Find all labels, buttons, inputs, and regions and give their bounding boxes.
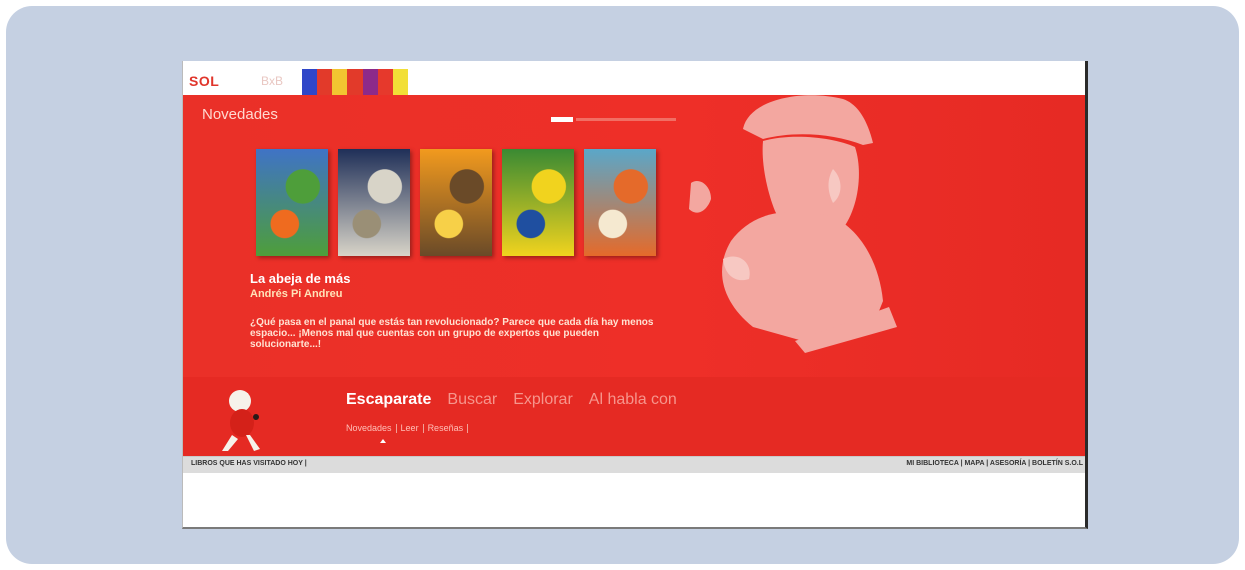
main-navigation: Escaparate Buscar Explorar Al habla con … bbox=[183, 377, 1085, 456]
status-bar: LIBROS QUE HAS VISITADO HOY | MI BIBLIOT… bbox=[183, 456, 1085, 473]
color-strip-block bbox=[347, 69, 363, 95]
book-cover-blue-flowers-icon[interactable] bbox=[256, 149, 328, 256]
subnav-novedades[interactable]: Novedades bbox=[346, 423, 392, 433]
divider bbox=[422, 423, 424, 433]
book-author[interactable]: Andrés Pi Andreu bbox=[250, 288, 343, 300]
book-cover-green-comic-icon[interactable] bbox=[502, 149, 574, 256]
subnav-leer[interactable]: Leer bbox=[401, 423, 419, 433]
pager-current[interactable] bbox=[551, 117, 573, 122]
color-strip-block bbox=[362, 69, 378, 95]
color-strip bbox=[302, 69, 408, 95]
book-cover-abeja-icon[interactable] bbox=[338, 149, 410, 256]
book-cover-fox-illustration-icon[interactable] bbox=[584, 149, 656, 256]
book-description: ¿Qué pasa en el panal que estás tan revo… bbox=[250, 317, 654, 350]
section-title: Novedades bbox=[202, 106, 278, 123]
color-strip-block bbox=[332, 69, 348, 95]
browser-page: SOL BxB Novedades La abeja de más Andrés… bbox=[182, 61, 1088, 529]
color-strip-block bbox=[302, 69, 318, 95]
book-covers bbox=[256, 149, 656, 256]
tab-explorar[interactable]: Explorar bbox=[513, 391, 573, 409]
book-title[interactable]: La abeja de más bbox=[250, 271, 350, 286]
book-cover-orange-characters-icon[interactable] bbox=[420, 149, 492, 256]
footer-links[interactable]: MI BIBLIOTECA | MAPA | ASESORÍA | BOLETÍ… bbox=[906, 460, 1083, 467]
screenshot-frame: SOL BxB Novedades La abeja de más Andrés… bbox=[6, 6, 1239, 564]
bxb-logo[interactable]: BxB bbox=[261, 74, 283, 88]
color-strip-block bbox=[377, 69, 393, 95]
top-bar: SOL BxB bbox=[183, 61, 1085, 95]
hero-banner: Novedades La abeja de más Andrés Pi Andr… bbox=[183, 95, 1085, 377]
subnav-resenas[interactable]: Reseñas bbox=[428, 423, 464, 433]
visited-books-link[interactable]: LIBROS QUE HAS VISITADO HOY | bbox=[191, 460, 307, 467]
mascot-icon bbox=[222, 390, 260, 451]
divider bbox=[467, 423, 469, 433]
sol-logo[interactable]: SOL bbox=[189, 73, 219, 89]
tab-al-habla-con[interactable]: Al habla con bbox=[589, 391, 677, 409]
carousel-pager[interactable] bbox=[551, 117, 676, 122]
divider bbox=[395, 423, 397, 433]
tab-buscar[interactable]: Buscar bbox=[447, 391, 497, 409]
active-subnav-marker-icon bbox=[380, 439, 386, 443]
tab-escaparate[interactable]: Escaparate bbox=[346, 391, 431, 409]
nav-tabs: Escaparate Buscar Explorar Al habla con bbox=[346, 391, 677, 409]
sub-navigation: Novedades Leer Reseñas bbox=[346, 423, 469, 433]
color-strip-block bbox=[392, 69, 408, 95]
pager-rest[interactable] bbox=[576, 118, 676, 121]
color-strip-block bbox=[317, 69, 333, 95]
child-reading-illustration-icon bbox=[689, 95, 897, 353]
